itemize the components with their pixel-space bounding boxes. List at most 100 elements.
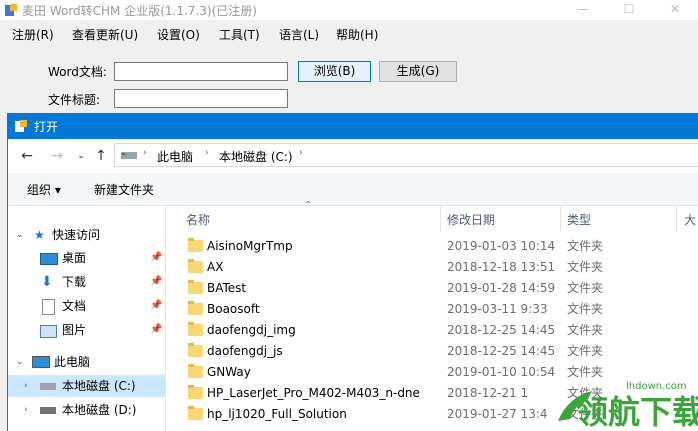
- file-name: daofengdj_js: [207, 344, 283, 358]
- command-bar: 组织 ▾ 新建文件夹: [8, 173, 698, 206]
- desktop-icon: [40, 253, 58, 265]
- sidebar-item-label: 桌面: [62, 251, 87, 265]
- organize-button[interactable]: 组织 ▾: [27, 181, 61, 198]
- file-row[interactable]: AX 2018-12-18 13:51 文件夹: [166, 257, 698, 278]
- chevron-right-icon[interactable]: ›: [24, 375, 28, 397]
- computer-icon: [32, 356, 50, 368]
- column-divider[interactable]: [560, 206, 561, 232]
- file-date: 2019-01-03 10:14: [447, 239, 556, 253]
- column-header-name[interactable]: 名称: [186, 208, 210, 232]
- file-type: 文件夹: [567, 302, 604, 316]
- sidebar-item-this-pc[interactable]: ⌄ 此电脑: [8, 351, 165, 373]
- back-arrow-icon[interactable]: ←: [18, 147, 36, 165]
- recent-chevron-down-icon[interactable]: ⌄: [72, 147, 90, 165]
- menu-language[interactable]: 语言(L): [279, 26, 319, 43]
- app-title-bar: 麦田 Word转CHM 企业版(1.1.7.3)(已注册) — ☐ ✕: [0, 0, 698, 20]
- file-date: 2018-12-21 1: [447, 386, 529, 400]
- breadcrumb-local-disk-c[interactable]: 本地磁盘 (C:): [219, 148, 293, 165]
- chevron-down-icon[interactable]: ⌄: [16, 351, 24, 373]
- column-header-size[interactable]: 大: [684, 208, 696, 232]
- maximize-button[interactable]: ☐: [606, 0, 652, 20]
- folder-icon: [188, 301, 203, 315]
- folder-icon: [188, 343, 203, 357]
- folder-icon: [188, 238, 203, 252]
- sidebar-item-label: 快速访问: [52, 228, 101, 242]
- generate-button[interactable]: 生成(G): [379, 61, 457, 82]
- file-name: daofengdj_img: [207, 323, 296, 337]
- close-button[interactable]: ✕: [652, 0, 698, 20]
- file-type: 文件夹: [567, 260, 604, 274]
- picture-icon: [40, 325, 57, 338]
- column-header-type[interactable]: 类型: [567, 208, 591, 232]
- address-bar[interactable]: › 此电脑 › 本地磁盘 (C:) ›: [114, 143, 698, 167]
- menu-tools[interactable]: 工具(T): [219, 26, 260, 43]
- file-row[interactable]: Boaosoft 2019-03-11 9:33 文件夹: [166, 299, 698, 320]
- up-arrow-icon[interactable]: ↑: [92, 147, 110, 165]
- star-icon: ★: [34, 228, 45, 242]
- sidebar-item-label: 此电脑: [54, 355, 91, 369]
- pin-icon[interactable]: 📌: [150, 247, 162, 269]
- column-header-date[interactable]: 修改日期: [447, 208, 495, 232]
- file-date: 2018-12-25 14:45: [447, 323, 556, 337]
- minimize-button[interactable]: —: [560, 0, 606, 20]
- file-date: 2019-01-27 13:4: [447, 407, 548, 421]
- navigation-pane: ⌄ ★ 快速访问 桌面 📌 ⬇ 下载 📌 文档 📌 图片 📌 ⌄ 此电脑 › 本…: [8, 206, 166, 431]
- file-date: 2019-01-28 14:59: [447, 281, 556, 295]
- column-divider[interactable]: [676, 206, 677, 232]
- sidebar-item-label: 图片: [62, 323, 87, 337]
- column-divider[interactable]: [440, 206, 441, 232]
- navigation-bar: ← → ⌄ ↑ › 此电脑 › 本地磁盘 (C:) ›: [8, 139, 698, 173]
- breadcrumb-this-pc[interactable]: 此电脑: [157, 148, 193, 165]
- dialog-title-bar: 打开: [8, 113, 698, 139]
- sidebar-item-quick-access[interactable]: ⌄ ★ 快速访问: [8, 224, 165, 246]
- drive-icon: [40, 383, 56, 390]
- sidebar-item-label: 文档: [62, 299, 87, 313]
- file-title-label: 文件标题:: [48, 93, 101, 107]
- breadcrumb-separator-icon: ›: [299, 148, 303, 158]
- sidebar-item-documents[interactable]: 文档 📌: [8, 295, 165, 317]
- file-name: AisinoMgrTmp: [207, 239, 293, 253]
- file-date: 2019-01-10 10:54: [447, 365, 556, 379]
- folder-icon: [188, 322, 203, 336]
- file-row[interactable]: daofengdj_js 2018-12-25 14:45 文件夹: [166, 341, 698, 362]
- browse-button[interactable]: 浏览(B): [298, 61, 371, 82]
- menu-settings[interactable]: 设置(O): [157, 26, 200, 43]
- sort-up-icon: ⌃: [304, 200, 313, 211]
- file-type: 文件夹: [567, 281, 604, 295]
- chevron-right-icon[interactable]: ›: [24, 399, 28, 421]
- file-type: 文件夹: [567, 239, 604, 253]
- sidebar-item-local-disk-d[interactable]: › 本地磁盘 (D:): [8, 399, 165, 421]
- dialog-title: 打开: [34, 120, 59, 134]
- pin-icon[interactable]: 📌: [150, 295, 162, 317]
- word-doc-input[interactable]: [114, 62, 288, 81]
- file-title-input[interactable]: [114, 89, 288, 108]
- forward-arrow-icon[interactable]: →: [48, 147, 66, 165]
- sidebar-item-downloads[interactable]: ⬇ 下载 📌: [8, 271, 165, 293]
- watermark-logo: lhdown.com 领航下载: [558, 381, 698, 431]
- file-row[interactable]: daofengdj_img 2018-12-25 14:45 文件夹: [166, 320, 698, 341]
- sidebar-item-desktop[interactable]: 桌面 📌: [8, 247, 165, 269]
- sidebar-item-label: 下载: [62, 275, 87, 289]
- new-folder-button[interactable]: 新建文件夹: [94, 181, 154, 198]
- pin-icon[interactable]: 📌: [150, 319, 162, 341]
- file-type: 文件夹: [567, 323, 604, 337]
- app-logo-icon: [5, 4, 17, 16]
- sidebar-item-pictures[interactable]: 图片 📌: [8, 319, 165, 341]
- pin-icon[interactable]: 📌: [150, 271, 162, 293]
- file-name: HP_LaserJet_Pro_M402-M403_n-dne: [207, 386, 420, 400]
- app-title: 麦田 Word转CHM 企业版(1.1.7.3)(已注册): [22, 4, 257, 18]
- menu-check-update[interactable]: 查看更新(U): [72, 26, 138, 43]
- menu-help[interactable]: 帮助(H): [336, 26, 378, 43]
- file-name: AX: [207, 260, 224, 274]
- sidebar-item-local-disk-c[interactable]: › 本地磁盘 (C:): [8, 375, 165, 397]
- file-date: 2018-12-18 13:51: [447, 260, 556, 274]
- chevron-down-icon[interactable]: ⌄: [16, 224, 24, 246]
- svg-text:lhdown.com: lhdown.com: [626, 381, 687, 392]
- folder-icon: [188, 364, 203, 378]
- menu-register[interactable]: 注册(R): [12, 26, 54, 43]
- file-row[interactable]: BATest 2019-01-28 14:59 文件夹: [166, 278, 698, 299]
- file-name: Boaosoft: [207, 302, 260, 316]
- file-date: 2018-12-25 14:45: [447, 344, 556, 358]
- document-icon: [42, 299, 55, 315]
- file-row[interactable]: AisinoMgrTmp 2019-01-03 10:14 文件夹: [166, 236, 698, 257]
